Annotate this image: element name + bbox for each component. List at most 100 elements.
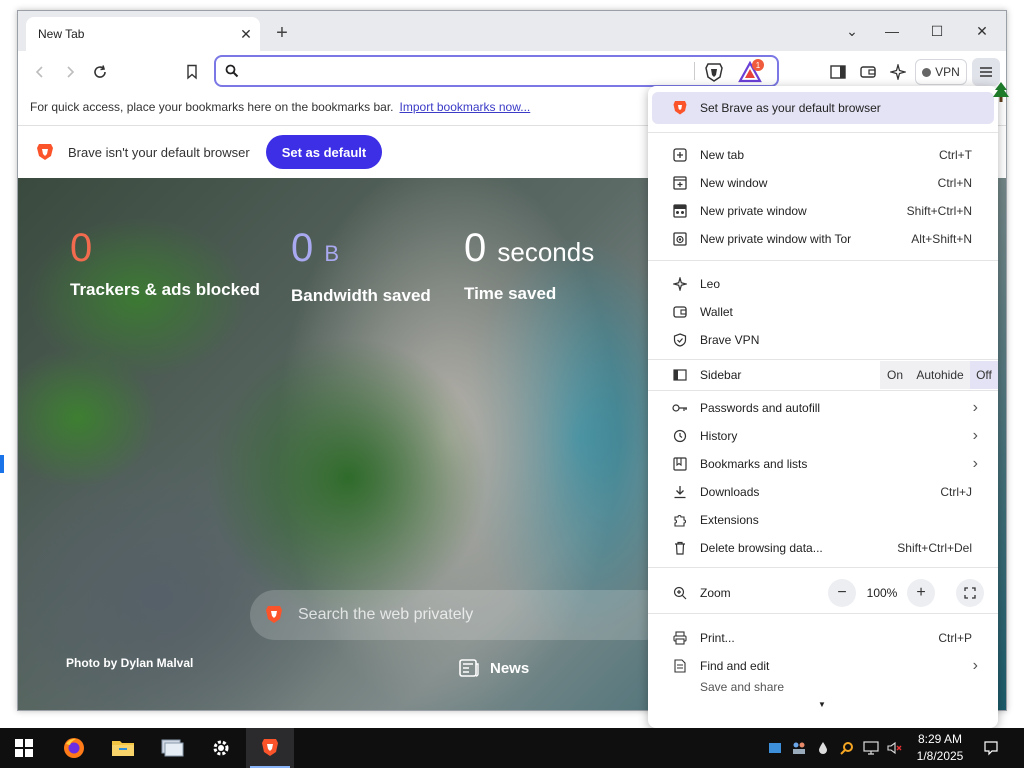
zoom-in-button[interactable]: + (907, 579, 935, 607)
bandwidth-value: 0 (291, 226, 314, 270)
zoom-out-button[interactable]: − (828, 579, 856, 607)
brave-logo-icon (262, 739, 278, 756)
bookmarks-icon (672, 456, 688, 472)
menu-item-new-tab[interactable]: New tab Ctrl+T (648, 141, 998, 169)
sidebar-on-option[interactable]: On (880, 361, 910, 389)
brave-taskbar-icon[interactable] (246, 728, 294, 768)
bandwidth-unit: B (324, 241, 340, 266)
photo-credit[interactable]: Photo by Dylan Malval (66, 656, 193, 670)
menu-item-leo[interactable]: Leo (648, 270, 998, 298)
news-button[interactable]: News (458, 658, 529, 678)
menu-item-new-private-window[interactable]: New private window Shift+Ctrl+N (648, 197, 998, 225)
ntp-search-placeholder: Search the web privately (298, 606, 474, 623)
scroll-down-arrow-icon[interactable]: ▼ (818, 700, 826, 709)
ntp-search-box[interactable]: Search the web privately (250, 590, 670, 640)
menu-item-save-share[interactable]: Save and share (648, 680, 998, 692)
firefox-taskbar-icon[interactable] (50, 728, 98, 768)
close-window-button[interactable]: ✕ (960, 15, 1004, 47)
vpn-button[interactable]: VPN (915, 59, 967, 85)
download-icon (672, 484, 688, 500)
sidebar-autohide-option[interactable]: Autohide (910, 361, 970, 389)
new-tab-button[interactable]: + (268, 19, 296, 47)
new-tab-icon (672, 147, 688, 163)
news-label: News (490, 659, 530, 677)
trackers-label: Trackers & ads blocked (70, 280, 260, 299)
menu-label: Wallet (700, 305, 733, 319)
volume-muted-icon[interactable] (886, 738, 904, 758)
brave-shields-icon[interactable] (704, 61, 724, 83)
maximize-button[interactable]: ☐ (915, 15, 959, 47)
menu-divider (648, 132, 998, 133)
people-tray-icon[interactable] (790, 738, 808, 758)
sidebar-panel-icon (672, 367, 688, 383)
private-window-icon (672, 203, 688, 219)
bookmark-page-button[interactable] (178, 58, 206, 86)
zoom-icon (672, 585, 688, 601)
menu-label: History (700, 429, 738, 443)
clock-time: 8:29 AM (917, 732, 963, 746)
import-bookmarks-link[interactable]: Import bookmarks now... (400, 100, 531, 114)
menu-item-set-default-row[interactable]: Set Brave as your default browser (648, 94, 998, 122)
sidebar-off-option[interactable]: Off (970, 361, 998, 389)
fullscreen-icon (964, 587, 976, 599)
wallet-button[interactable] (854, 58, 882, 86)
menu-item-print[interactable]: Print... Ctrl+P (648, 624, 998, 652)
leo-sparkle-icon (672, 276, 688, 292)
back-button[interactable] (26, 58, 54, 86)
tab-search-chevron-icon[interactable]: ⌄ (830, 15, 874, 47)
time-value: 0 (464, 226, 487, 270)
leo-button[interactable] (884, 58, 912, 86)
tab-strip: New Tab ✕ + ⌄ — ☐ ✕ (18, 11, 1006, 51)
tab-close-icon[interactable]: ✕ (232, 20, 260, 48)
menu-item-wallet[interactable]: Wallet (648, 298, 998, 326)
time-label: Time saved (464, 284, 557, 303)
notifications-icon[interactable] (982, 738, 1000, 758)
file-explorer-taskbar-icon[interactable] (99, 728, 147, 768)
set-as-default-button[interactable]: Set as default (265, 135, 383, 169)
tor-window-icon (672, 231, 688, 247)
menu-shortcut: Ctrl+N (937, 176, 972, 190)
monitor-tray-icon[interactable] (862, 738, 880, 758)
menu-divider (648, 567, 998, 568)
address-input[interactable] (246, 61, 686, 81)
search-tray-icon[interactable] (838, 738, 856, 758)
address-bar[interactable]: 1 (214, 55, 779, 87)
reload-button[interactable] (86, 58, 114, 86)
vpn-label: VPN (935, 65, 960, 79)
desktop-edge-marker (0, 455, 4, 473)
menu-item-downloads[interactable]: Downloads Ctrl+J (648, 478, 998, 506)
menu-item-new-window[interactable]: New window Ctrl+N (648, 169, 998, 197)
drop-tray-icon[interactable] (814, 738, 832, 758)
minimize-button[interactable]: — (870, 15, 914, 47)
start-button[interactable] (0, 728, 48, 768)
settings-taskbar-icon[interactable] (197, 728, 245, 768)
menu-item-bookmarks[interactable]: Bookmarks and lists › (648, 450, 998, 478)
menu-item-find-edit[interactable]: Find and edit › (648, 652, 998, 680)
taskbar-clock[interactable]: 8:29 AM 1/8/2025 (908, 731, 972, 765)
network-tray-icon[interactable] (766, 738, 784, 758)
bookmarks-hint: For quick access, place your bookmarks h… (30, 100, 394, 114)
menu-item-history[interactable]: History › (648, 422, 998, 450)
forward-button[interactable] (56, 58, 84, 86)
sidebar-toggle-button[interactable] (824, 58, 852, 86)
menu-shortcut: Shift+Ctrl+N (906, 204, 972, 218)
menu-label: Extensions (700, 513, 759, 527)
app-menu: Set Brave as your default browser New ta… (648, 86, 998, 728)
menu-divider (648, 260, 998, 261)
fullscreen-button[interactable] (956, 579, 984, 607)
menu-item-extensions[interactable]: Extensions (648, 506, 998, 534)
sidebar-panel-icon (830, 65, 846, 79)
menu-item-delete-data[interactable]: Delete browsing data... Shift+Ctrl+Del (648, 534, 998, 562)
menu-item-new-tor-window[interactable]: New private window with Tor Alt+Shift+N (648, 225, 998, 253)
menu-item-brave-vpn[interactable]: Brave VPN (648, 326, 998, 354)
brave-rewards-button[interactable]: 1 (738, 59, 764, 83)
back-arrow-icon (35, 66, 43, 78)
trash-icon (672, 540, 688, 556)
menu-shortcut: Ctrl+T (939, 148, 972, 162)
menu-item-passwords[interactable]: Passwords and autofill › (648, 394, 998, 422)
news-icon (459, 659, 479, 677)
tab-new-tab[interactable]: New Tab ✕ (26, 17, 260, 51)
menu-label: Leo (700, 277, 721, 291)
windows-logo-icon (15, 739, 33, 757)
app-taskbar-icon[interactable] (148, 728, 196, 768)
